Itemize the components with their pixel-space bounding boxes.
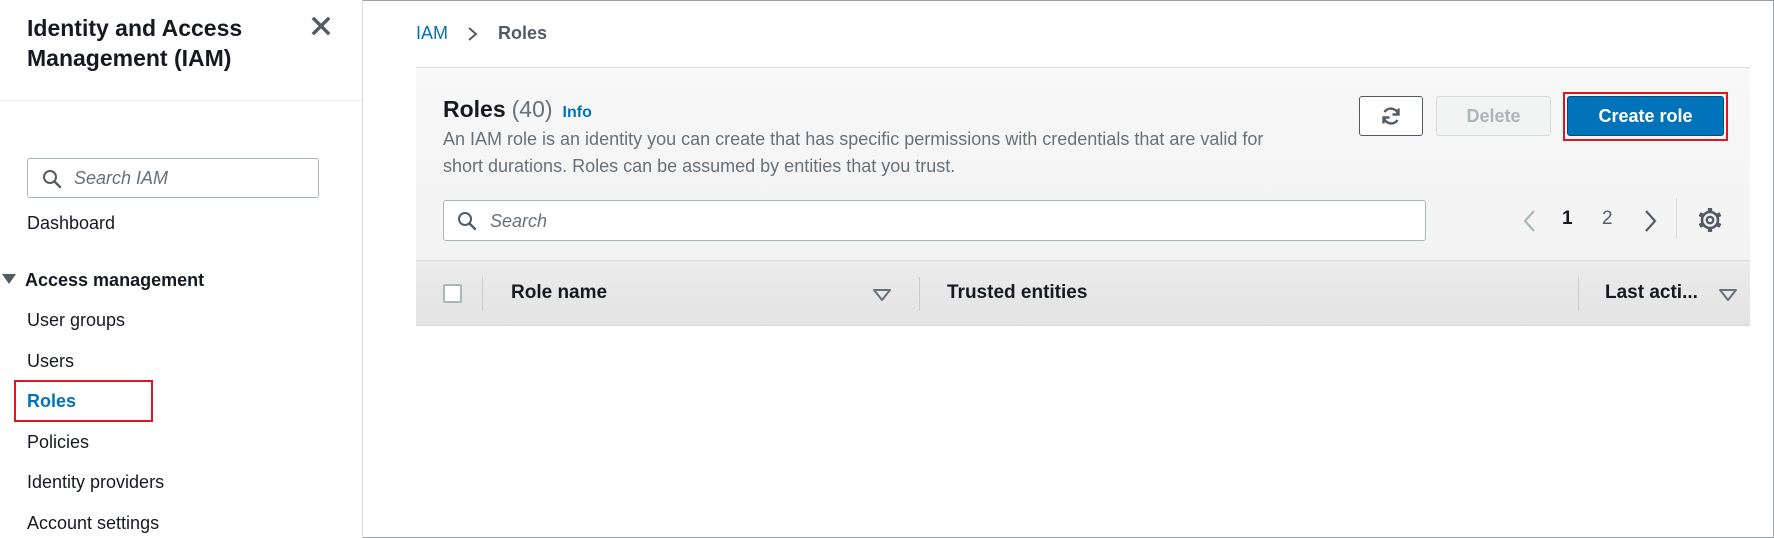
roles-count: (40) [511, 96, 553, 122]
roles-search[interactable] [443, 200, 1426, 241]
chevron-left-icon[interactable] [1520, 209, 1540, 233]
refresh-button[interactable] [1359, 96, 1423, 136]
highlight-box-create-role [1563, 92, 1728, 141]
sidebar-item-dashboard[interactable]: Dashboard [27, 211, 115, 235]
pager-divider [1676, 198, 1677, 238]
sidebar-item-account-settings[interactable]: Account settings [27, 511, 159, 535]
column-header-last-activity[interactable]: Last acti... [1605, 281, 1698, 305]
caret-down-icon [2, 274, 16, 285]
highlight-box-roles [14, 380, 153, 422]
table-header: Role name Trusted entities Last acti... [416, 260, 1750, 326]
roles-panel: Roles (40) Info An IAM role is an identity… [416, 67, 1750, 326]
search-icon [458, 212, 477, 231]
info-link[interactable]: Info [563, 104, 592, 121]
column-divider [482, 277, 483, 311]
chevron-right-icon[interactable] [1640, 209, 1660, 233]
sidebar-divider [0, 100, 362, 101]
search-icon [43, 170, 62, 189]
close-icon[interactable] [309, 14, 333, 38]
delete-button[interactable]: Delete [1436, 96, 1551, 136]
column-header-role-name[interactable]: Role name [511, 281, 607, 305]
breadcrumb-current: Roles [498, 23, 548, 43]
roles-search-input[interactable] [490, 208, 1410, 234]
sidebar-section-label: Access management [25, 270, 205, 290]
gear-icon[interactable] [1696, 206, 1724, 234]
column-divider [1578, 277, 1579, 311]
sidebar-item-identity-providers[interactable]: Identity providers [27, 470, 164, 494]
sidebar-title: Identity and Access Management (IAM) [27, 15, 243, 71]
sidebar-item-users[interactable]: Users [27, 349, 74, 373]
sidebar-search[interactable] [27, 158, 319, 198]
panel-description: An IAM role is an identity you can creat… [443, 129, 1264, 176]
sidebar: Identity and Access Management (IAM) Das… [0, 0, 363, 538]
sidebar-section-access-management[interactable]: Access management [2, 268, 204, 292]
sort-down-icon[interactable] [1718, 288, 1738, 302]
column-divider [919, 277, 920, 311]
sidebar-item-user-groups[interactable]: User groups [27, 308, 125, 332]
column-header-trusted-entities[interactable]: Trusted entities [947, 281, 1087, 305]
page-1[interactable]: 1 [1562, 207, 1573, 231]
sidebar-item-policies[interactable]: Policies [27, 430, 89, 454]
page-title: Roles (40) Info [443, 94, 592, 128]
sidebar-search-input[interactable] [74, 165, 310, 191]
select-all-checkbox[interactable] [443, 284, 462, 303]
chevron-right-icon [468, 27, 478, 42]
sort-down-icon[interactable] [872, 288, 892, 302]
panel-title-text: Roles [443, 96, 506, 122]
refresh-icon [1382, 107, 1400, 125]
page-2[interactable]: 2 [1602, 207, 1613, 231]
breadcrumb: IAM Roles [416, 21, 547, 45]
breadcrumb-iam[interactable]: IAM [416, 23, 448, 43]
